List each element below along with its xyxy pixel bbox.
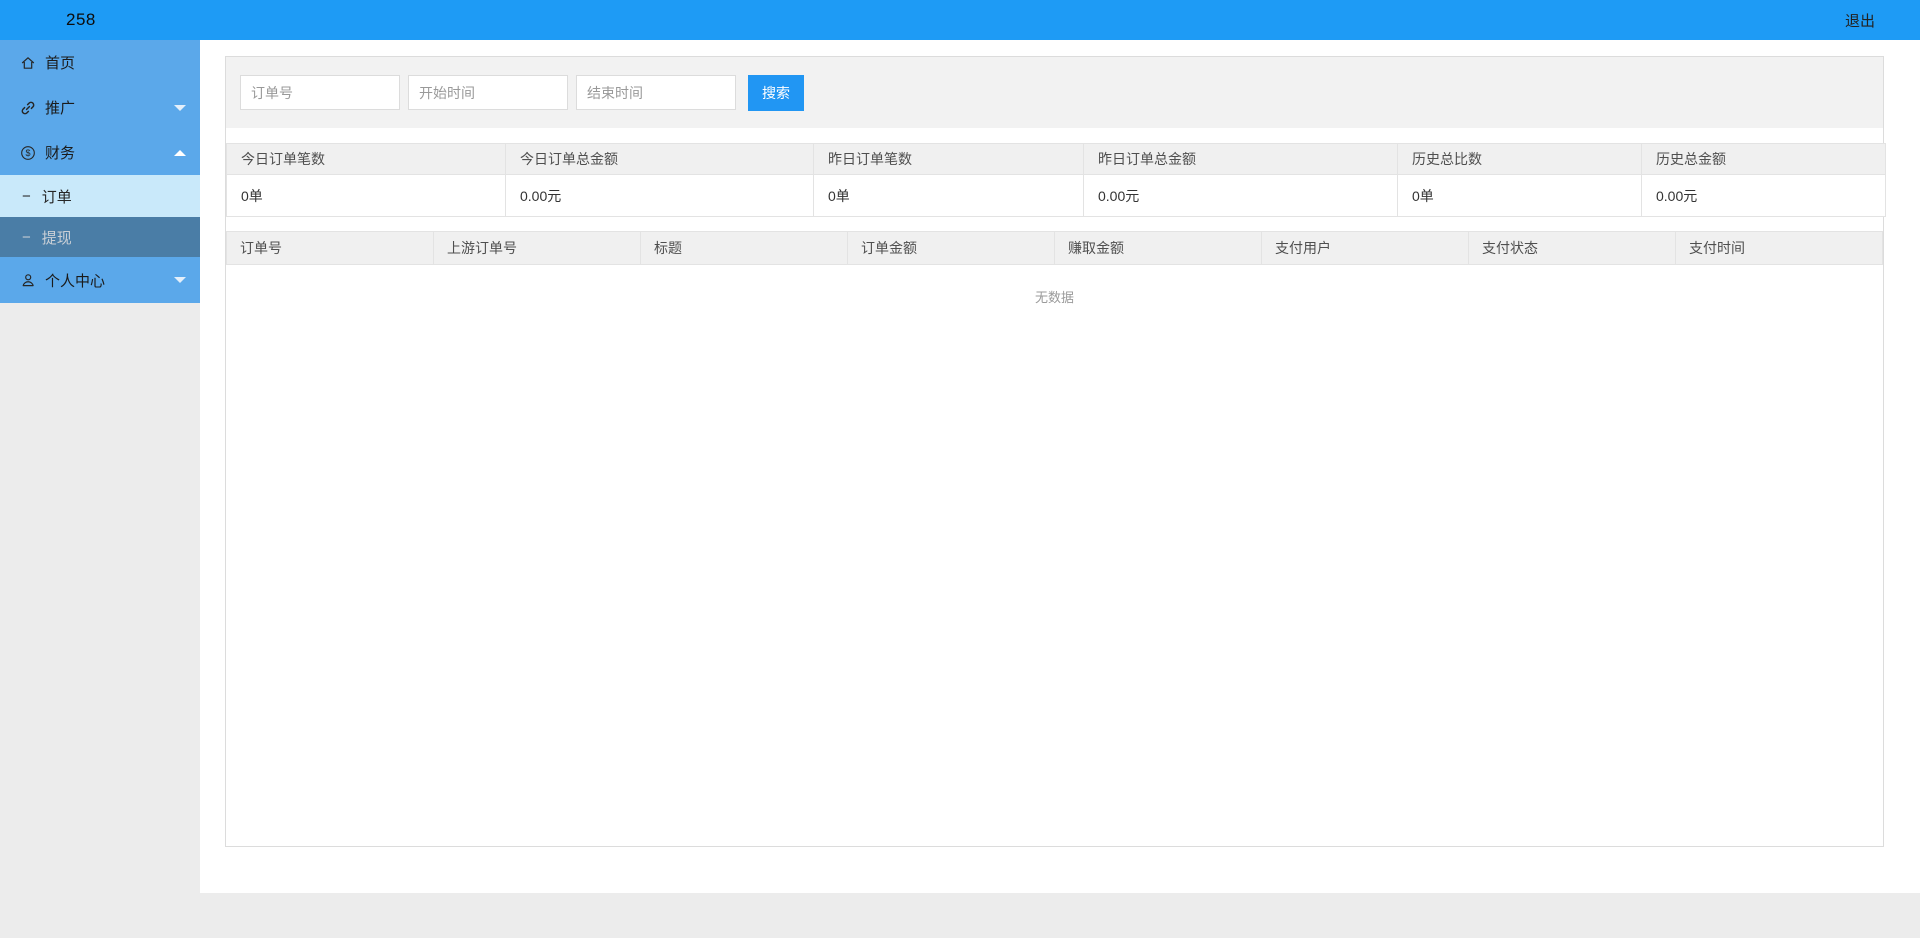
orders-header: 支付用户 — [1261, 231, 1469, 265]
stats-header: 今日订单总金额 — [505, 143, 814, 175]
stats-header: 历史总金额 — [1641, 143, 1886, 175]
home-icon — [21, 56, 35, 69]
stats-value-row: 0单 0.00元 0单 0.00元 0单 0.00元 — [226, 174, 1886, 217]
sidebar-subitem-label: 提现 — [41, 229, 72, 247]
end-time-input[interactable] — [576, 75, 736, 110]
sidebar-subitem-label: 订单 — [41, 188, 72, 206]
sidebar-item-home[interactable]: 首页 — [0, 40, 200, 85]
svg-text:$: $ — [25, 148, 30, 158]
start-time-input[interactable] — [408, 75, 568, 110]
orders-header: 赚取金额 — [1054, 231, 1262, 265]
stats-summary-table: 今日订单笔数 今日订单总金额 昨日订单笔数 昨日订单总金额 历史总比数 历史总金… — [226, 143, 1886, 217]
dash-icon: − — [22, 228, 31, 246]
chevron-down-icon — [174, 104, 186, 111]
orders-header-row: 订单号 上游订单号 标题 订单金额 赚取金额 支付用户 支付状态 支付时间 — [226, 231, 1883, 265]
finance-icon: $ — [21, 145, 35, 160]
sidebar-item-label: 推广 — [45, 100, 76, 117]
content-card: 搜索 今日订单笔数 今日订单总金额 昨日订单笔数 昨日订单总金额 历史总比数 历… — [225, 56, 1886, 847]
orders-header: 订单号 — [226, 231, 434, 265]
stats-value: 0单 — [1397, 174, 1642, 217]
dash-icon: − — [22, 187, 31, 205]
stats-header: 今日订单笔数 — [226, 143, 506, 175]
orders-header: 支付时间 — [1675, 231, 1883, 265]
stats-header-row: 今日订单笔数 今日订单总金额 昨日订单笔数 昨日订单总金额 历史总比数 历史总金… — [226, 143, 1886, 175]
logout-button[interactable]: 退出 — [1845, 10, 1875, 31]
sidebar-item-profile[interactable]: 个人中心 — [0, 257, 200, 303]
sidebar: 首页 推广 $ 财务 − 订单 − 提现 个人中心 — [0, 40, 200, 303]
top-bar: 258 退出 — [0, 0, 1920, 40]
search-button[interactable]: 搜索 — [748, 74, 804, 111]
sidebar-item-label: 财务 — [45, 145, 76, 162]
chevron-down-icon — [174, 277, 186, 283]
orders-header: 上游订单号 — [433, 231, 641, 265]
stats-value: 0单 — [813, 174, 1084, 217]
order-number-input[interactable] — [240, 75, 400, 110]
empty-state-text: 无数据 — [1034, 290, 1074, 305]
orders-header: 订单金额 — [847, 231, 1055, 265]
orders-header: 标题 — [640, 231, 848, 265]
brand-title: 258 — [66, 10, 96, 29]
stats-value: 0.00元 — [1083, 174, 1398, 217]
chevron-up-icon — [174, 149, 186, 156]
orders-header: 支付状态 — [1468, 231, 1676, 265]
search-panel: 搜索 — [226, 57, 1883, 128]
sidebar-item-finance[interactable]: $ 财务 — [0, 130, 200, 175]
stats-header: 昨日订单总金额 — [1083, 143, 1398, 175]
user-icon — [22, 274, 34, 287]
stats-header: 历史总比数 — [1397, 143, 1642, 175]
stats-value: 0.00元 — [505, 174, 814, 217]
stats-value: 0.00元 — [1641, 174, 1886, 217]
sidebar-subitem-withdraw[interactable]: − 提现 — [0, 217, 200, 257]
stats-header: 昨日订单笔数 — [813, 143, 1084, 175]
sidebar-item-label: 首页 — [45, 55, 76, 72]
link-icon — [21, 101, 35, 114]
orders-table: 订单号 上游订单号 标题 订单金额 赚取金额 支付用户 支付状态 支付时间 — [226, 231, 1883, 265]
sidebar-item-label: 个人中心 — [45, 272, 106, 290]
stats-value: 0单 — [226, 174, 506, 217]
sidebar-item-promotion[interactable]: 推广 — [0, 85, 200, 130]
sidebar-subitem-orders[interactable]: − 订单 — [0, 175, 200, 217]
